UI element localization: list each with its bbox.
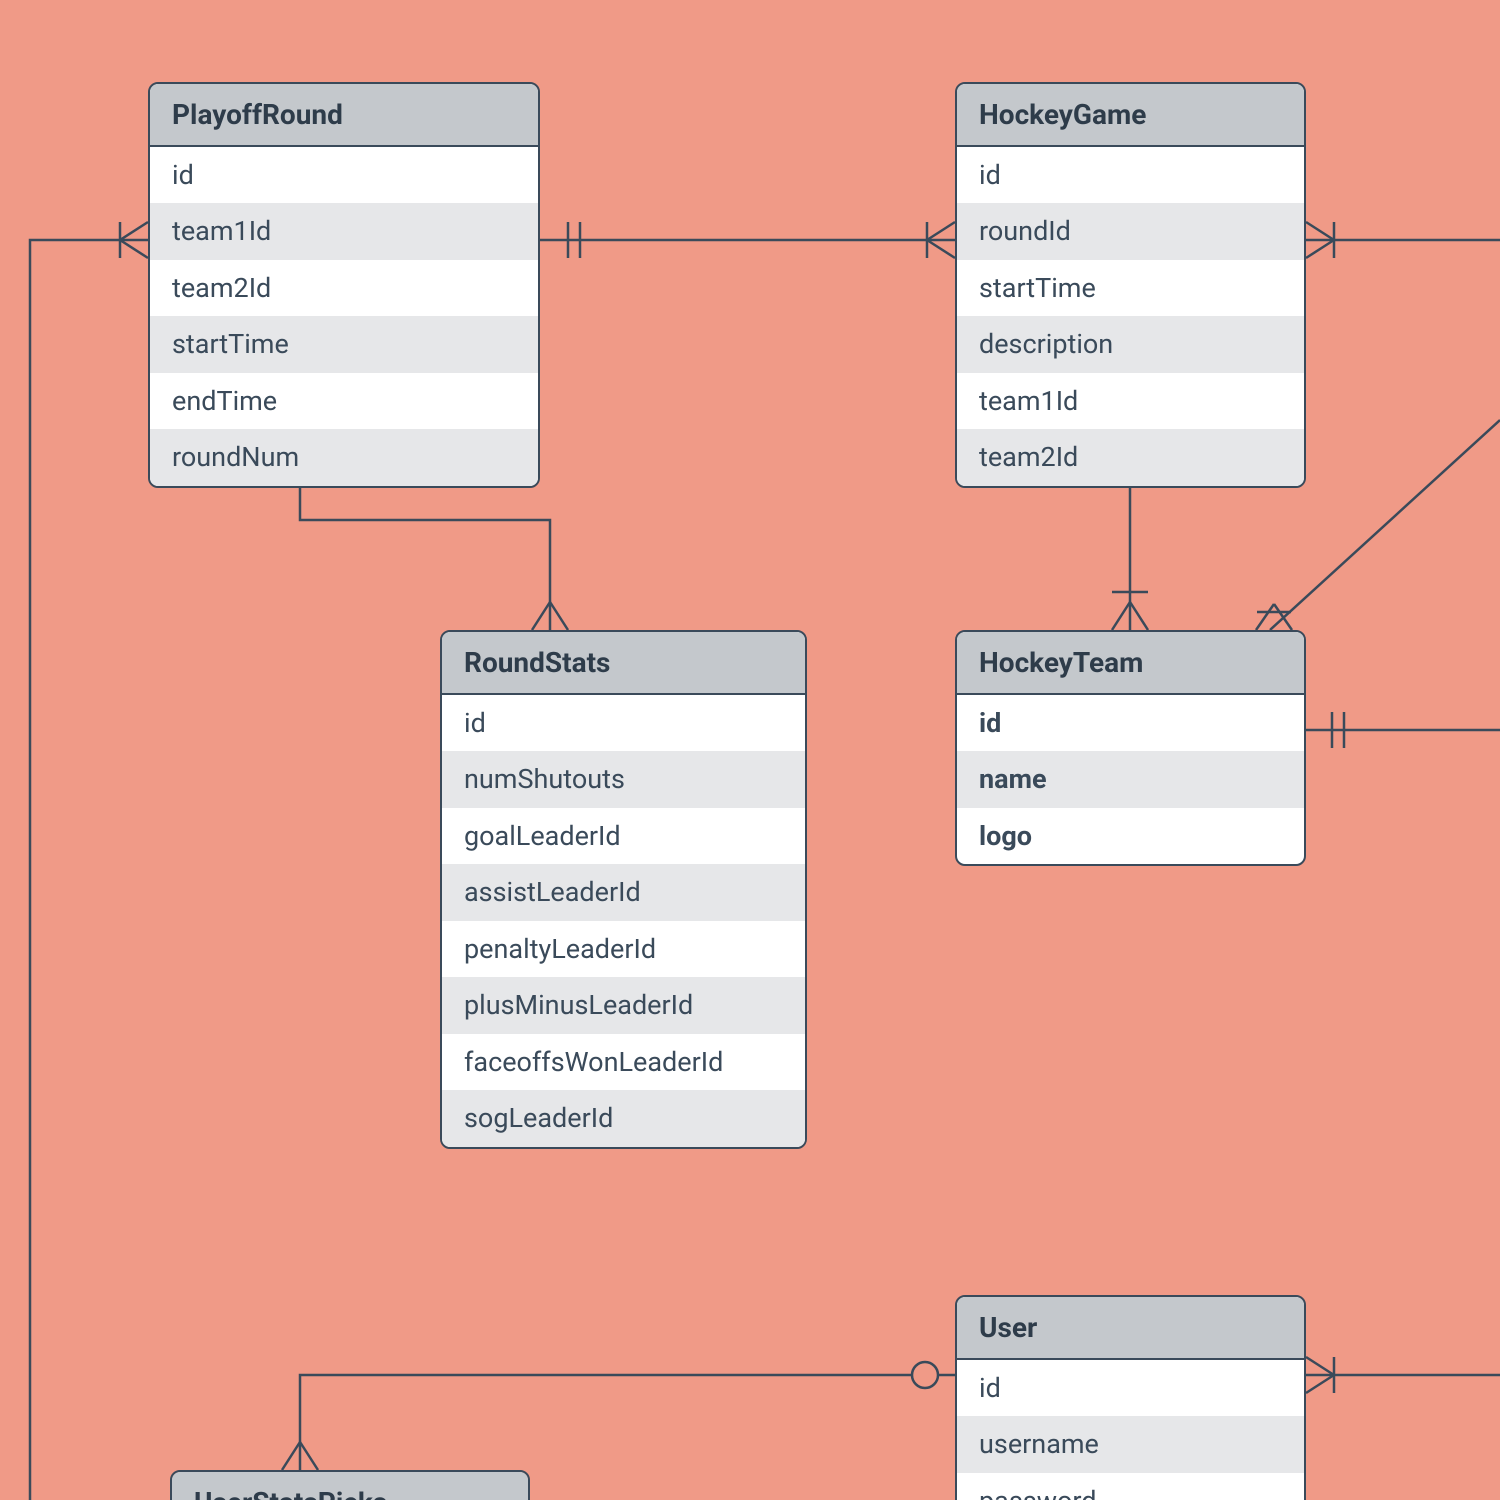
entity-attr: plusMinusLeaderId (442, 977, 805, 1033)
entity-attr: penaltyLeaderId (442, 921, 805, 977)
entity-attr: id (957, 695, 1304, 751)
entity-attr: team2Id (150, 260, 538, 316)
entity-attr: team1Id (150, 203, 538, 259)
entity-attr: username (957, 1416, 1304, 1472)
entity-attr: startTime (150, 316, 538, 372)
entity-attr: id (957, 1360, 1304, 1416)
entity-hockey-team: HockeyTeam id name logo (955, 630, 1306, 866)
entity-attr: roundNum (150, 429, 538, 485)
entity-title: PlayoffRound (150, 84, 538, 147)
entity-attr: startTime (957, 260, 1304, 316)
entity-attr: faceoffsWonLeaderId (442, 1034, 805, 1090)
entity-title: HockeyTeam (957, 632, 1304, 695)
entity-attr: description (957, 316, 1304, 372)
entity-attr: logo (957, 808, 1304, 864)
entity-user-stats-picks: UserStatsPicks (170, 1470, 530, 1500)
entity-attr: numShutouts (442, 751, 805, 807)
entity-round-stats: RoundStats id numShutouts goalLeaderId a… (440, 630, 807, 1149)
entity-playoff-round: PlayoffRound id team1Id team2Id startTim… (148, 82, 540, 488)
entity-user: User id username password (955, 1295, 1306, 1500)
entity-attr: id (442, 695, 805, 751)
entity-title: HockeyGame (957, 84, 1304, 147)
entity-attr: team1Id (957, 373, 1304, 429)
entity-hockey-game: HockeyGame id roundId startTime descript… (955, 82, 1306, 488)
entity-title: RoundStats (442, 632, 805, 695)
entity-attr: team2Id (957, 429, 1304, 485)
entity-attr: id (957, 147, 1304, 203)
entity-attr: roundId (957, 203, 1304, 259)
entity-attr: assistLeaderId (442, 864, 805, 920)
entity-attr: sogLeaderId (442, 1090, 805, 1146)
entity-attr: goalLeaderId (442, 808, 805, 864)
entity-attr: endTime (150, 373, 538, 429)
entity-attr: name (957, 751, 1304, 807)
entity-attr: id (150, 147, 538, 203)
entity-title: User (957, 1297, 1304, 1360)
entity-attr: password (957, 1473, 1304, 1500)
entity-title: UserStatsPicks (172, 1472, 528, 1500)
